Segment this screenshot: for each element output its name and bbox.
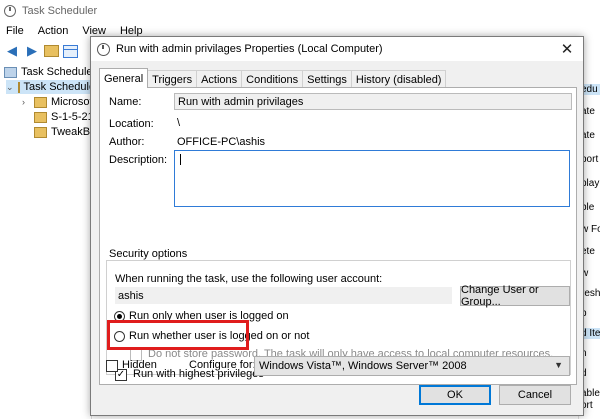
tree-item-sid[interactable]: S-1-5-21-	[34, 110, 97, 124]
tree-label: TweakBit	[51, 126, 96, 138]
forward-arrow-icon[interactable]: ▶	[24, 43, 40, 59]
tree-item-tweakbit[interactable]: TweakBit	[34, 125, 96, 139]
annotation-highlight-box	[107, 320, 249, 350]
location-label: Location:	[109, 118, 154, 130]
name-field[interactable]: Run with admin privilages	[174, 93, 572, 110]
close-icon[interactable]: ✕	[559, 40, 575, 58]
tree-item-library[interactable]: ⌄ Task Scheduler	[6, 80, 99, 94]
description-textarea[interactable]	[174, 150, 570, 207]
hidden-checkbox[interactable]	[106, 360, 118, 372]
console-tree: Task Scheduler (L ⌄ Task Scheduler › Mic…	[0, 62, 109, 419]
scheduler-root-icon	[4, 66, 17, 78]
location-value: \	[177, 117, 181, 129]
name-label: Name:	[109, 96, 142, 108]
configure-for-value: Windows Vista™, Windows Server™ 2008	[259, 360, 467, 372]
expand-chevron-icon[interactable]: ⌄	[6, 82, 14, 93]
folder-icon	[34, 111, 47, 123]
ok-button[interactable]: OK	[419, 385, 491, 405]
author-label: Author:	[109, 136, 145, 148]
folder-icon	[34, 126, 47, 138]
expand-arrow-icon[interactable]: ›	[22, 97, 30, 107]
task-properties-dialog: Run with admin privilages Properties (Lo…	[90, 36, 584, 416]
configure-for-label: Configure for:	[189, 359, 256, 371]
bg-window-title: Task Scheduler	[22, 5, 98, 17]
tree-label: Microsoft	[51, 96, 96, 108]
folder-icon	[17, 81, 20, 93]
dialog-title-bar: Run with admin privilages Properties (Lo…	[91, 37, 583, 61]
tab-general[interactable]: General	[99, 68, 149, 88]
author-value: OFFICE-PC\ashis	[177, 136, 266, 148]
security-options-title: Security options	[106, 248, 191, 260]
account-prompt: When running the task, use the following…	[115, 273, 383, 285]
tab-strip: General Triggers Actions Conditions Sett…	[99, 68, 447, 88]
tab-conditions[interactable]: Conditions	[241, 70, 304, 88]
folder-up-icon[interactable]	[44, 45, 59, 57]
menu-action[interactable]: Action	[38, 25, 69, 37]
text-caret	[180, 154, 181, 165]
hidden-label: Hidden	[122, 359, 157, 371]
menu-file[interactable]: File	[6, 25, 24, 37]
dialog-title: Run with admin privilages Properties (Lo…	[116, 43, 383, 55]
cancel-button[interactable]: Cancel	[499, 385, 571, 405]
tree-item-microsoft[interactable]: › Microsoft	[22, 95, 96, 109]
task-scheduler-icon	[4, 5, 16, 17]
tab-settings[interactable]: Settings	[302, 70, 352, 88]
folder-icon	[34, 96, 47, 108]
configure-for-select[interactable]: Windows Vista™, Windows Server™ 2008 ▼	[254, 356, 570, 376]
console-tree-icon[interactable]	[63, 44, 78, 58]
tree-label: Task Scheduler	[23, 81, 99, 93]
chevron-down-icon: ▼	[554, 360, 563, 370]
back-arrow-icon[interactable]: ◀	[4, 43, 20, 59]
tab-triggers[interactable]: Triggers	[147, 70, 198, 88]
tab-history[interactable]: History (disabled)	[350, 70, 447, 88]
task-clock-icon	[97, 42, 110, 56]
description-label: Description:	[109, 154, 168, 166]
bg-title-bar: Task Scheduler	[0, 0, 600, 22]
change-user-button[interactable]: Change User or Group...	[460, 284, 570, 308]
user-account-field: ashis	[115, 287, 452, 304]
tab-actions[interactable]: Actions	[196, 70, 243, 88]
